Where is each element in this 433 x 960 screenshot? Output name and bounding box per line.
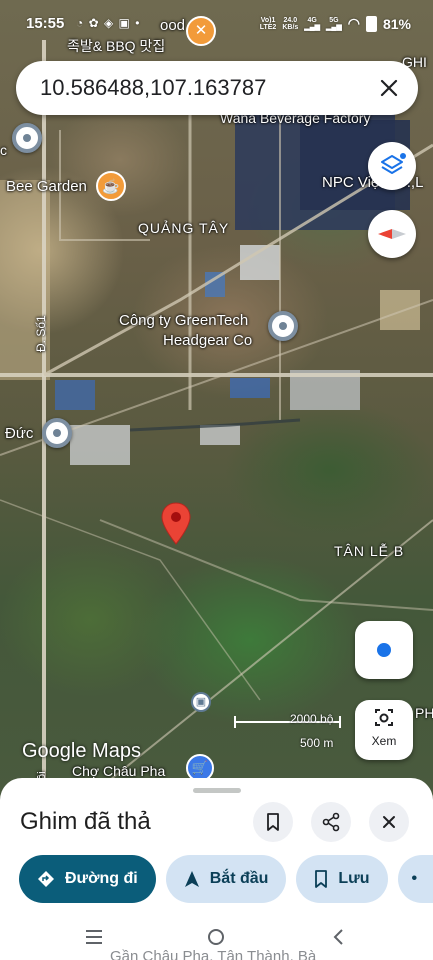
dropped-pin-icon[interactable] (161, 502, 191, 546)
back-icon (333, 929, 343, 945)
more-icon: • (411, 870, 418, 887)
sheet-drag-handle[interactable] (193, 788, 241, 793)
more-actions-button[interactable]: • (397, 855, 433, 903)
signal-type: 4G ▂▄▆ (304, 16, 321, 31)
layers-icon (381, 153, 406, 174)
status-right-group: Vo)1 LTE2 24.0 KB/s 4G ▂▄▆ 5G ▂▄▆ ◠ 81% (260, 15, 411, 32)
factory-roof (55, 380, 95, 410)
save-label: Lưu (338, 870, 370, 887)
network-speed: 24.0 KB/s (282, 16, 299, 31)
bookmark-icon (267, 813, 279, 831)
action-chips: Đường đi Bắt đầu Lưu • (19, 855, 433, 903)
poi-pin-icon[interactable] (42, 418, 72, 448)
map-label-cho-chau-pha[interactable]: Chợ Châu Pha (72, 763, 165, 779)
close-sheet-button[interactable] (369, 802, 409, 842)
compass-icon (378, 229, 406, 239)
my-location-button[interactable] (355, 621, 413, 679)
map-label-greentech-line1[interactable]: Công ty GreenTech (119, 312, 248, 329)
view-button[interactable]: Xem (355, 700, 413, 760)
search-coordinates[interactable]: 10.586488,107.163787 (40, 75, 266, 101)
compass-button[interactable] (368, 210, 416, 258)
start-button[interactable]: Bắt đầu (165, 855, 287, 903)
field-patch (380, 290, 420, 330)
map-label-road: Đ. Số1 (34, 315, 48, 352)
battery-percent: 81% (382, 15, 411, 32)
sheet-title: Ghim đã thả (20, 808, 151, 835)
navigation-arrow-icon (184, 871, 199, 887)
screen: ood 족발& BBQ 맛집 ✕ Wana Beverage Factory G… (0, 0, 433, 960)
recents-icon (86, 930, 102, 944)
home-icon (208, 929, 224, 945)
view-button-label: Xem (371, 734, 397, 748)
bookmark-icon (315, 870, 328, 888)
share-button[interactable] (311, 802, 351, 842)
poi-pin-icon[interactable] (268, 311, 298, 341)
map-label-greentech-line2[interactable]: Headgear Co (163, 332, 252, 349)
factory-roof (70, 425, 130, 465)
satellite-map[interactable]: ood 족발& BBQ 맛집 ✕ Wana Beverage Factory G… (0, 0, 433, 800)
map-label-right-edge: PH (415, 705, 433, 721)
cafe-pin-icon[interactable]: ☕ (96, 171, 126, 201)
scale-label-m: 500 m (300, 736, 334, 750)
map-label-quang-tay: QUẢNG TÂY (138, 220, 230, 236)
bookmark-button[interactable] (253, 802, 293, 842)
map-label-bee-garden[interactable]: Bee Garden (6, 178, 87, 195)
poi-pin-icon[interactable] (12, 123, 42, 153)
map-label-duc[interactable]: Đức (5, 425, 33, 442)
status-time: 15:55 (26, 15, 65, 32)
start-label: Bắt đầu (209, 870, 269, 887)
google-maps-logo: Google Maps (22, 740, 141, 762)
share-icon (322, 812, 340, 832)
my-location-icon (377, 643, 391, 657)
save-button[interactable]: Lưu (296, 855, 388, 903)
directions-button[interactable]: Đường đi (19, 855, 156, 903)
factory-roof (200, 425, 240, 445)
recents-button[interactable] (74, 922, 114, 952)
status-bar: 15:55 ◔ ✿ ◈ ▣ • Vo)1 LTE2 24.0 KB/s 4G ▂… (0, 0, 433, 50)
system-nav-bar (0, 922, 433, 960)
factory-roof (230, 378, 270, 398)
close-icon (383, 816, 395, 828)
camera-scan-icon (375, 709, 393, 726)
back-button[interactable] (318, 922, 358, 952)
map-label-tan-le-b: TÂN LỄ B (334, 543, 405, 559)
notification-icons: ◔ ✿ ◈ ▣ • (76, 16, 141, 30)
directions-label: Đường đi (65, 870, 138, 887)
battery-icon (365, 15, 377, 32)
bus-stop-icon[interactable]: ▣ (191, 692, 211, 712)
home-button[interactable] (196, 922, 236, 952)
directions-icon (38, 871, 54, 887)
map-label-partial-c: c (0, 142, 7, 158)
volte-indicator: Vo)1 LTE2 (259, 16, 277, 31)
search-field[interactable]: 10.586488,107.163787 (16, 61, 418, 115)
close-icon[interactable] (374, 73, 404, 103)
signal-type-2: 5G ▂▄▆ (326, 16, 342, 31)
wifi-icon: ◠ (347, 15, 360, 31)
scale-label-ft: 2000 bộ (290, 712, 334, 726)
layers-button[interactable] (368, 142, 416, 190)
